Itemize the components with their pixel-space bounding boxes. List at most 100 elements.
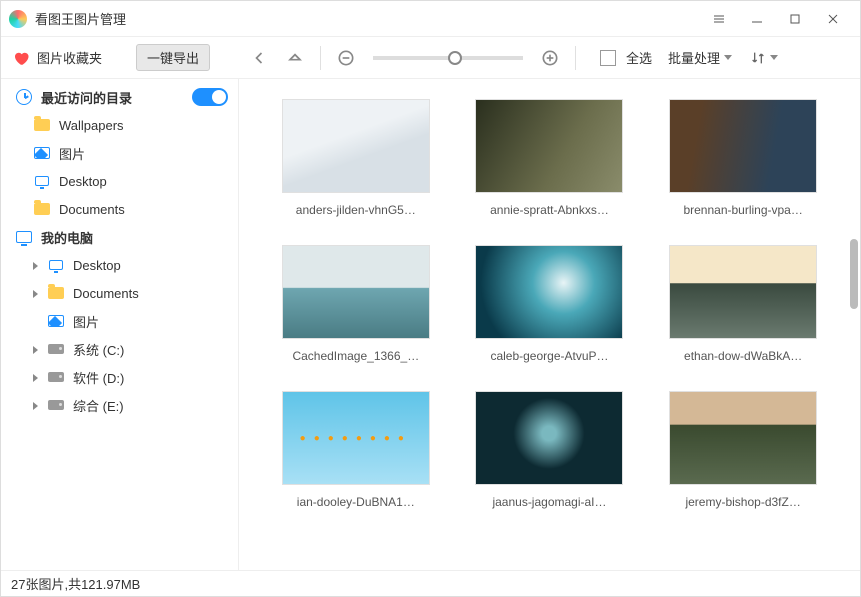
sidebar-computer-item[interactable]: Desktop xyxy=(1,251,238,279)
sidebar: 最近访问的目录 Wallpapers 图片 Desktop Documents … xyxy=(1,79,239,570)
thumbnail-name: jeremy-bishop-d3fZ… xyxy=(685,495,800,509)
thumbnail-image xyxy=(669,391,817,485)
drive-icon xyxy=(47,340,65,358)
pic-icon xyxy=(33,144,51,162)
folder-icon xyxy=(47,284,65,302)
pic-icon xyxy=(47,312,65,330)
sidebar-recent-item[interactable]: 图片 xyxy=(1,139,238,167)
clock-icon xyxy=(15,88,33,106)
maximize-button[interactable] xyxy=(776,5,814,33)
sidebar-item-label: 综合 (E:) xyxy=(73,396,228,415)
drive-icon xyxy=(47,368,65,386)
sidebar-item-label: Documents xyxy=(59,202,228,217)
export-button[interactable]: 一键导出 xyxy=(136,44,210,71)
recent-toggle[interactable] xyxy=(192,88,228,106)
body: 最近访问的目录 Wallpapers 图片 Desktop Documents … xyxy=(1,79,860,570)
thumbnail-image xyxy=(282,99,430,193)
folder-icon xyxy=(33,200,51,218)
window-title: 看图王图片管理 xyxy=(35,9,700,28)
thumbnail-name: brennan-burling-vpa… xyxy=(683,203,802,217)
zoom-thumb[interactable] xyxy=(448,51,462,65)
monitor-icon xyxy=(47,256,65,274)
scrollbar-thumb[interactable] xyxy=(850,239,858,309)
heart-icon[interactable] xyxy=(11,48,31,68)
folder-icon xyxy=(33,116,51,134)
sidebar-item-label: 系统 (C:) xyxy=(73,340,228,359)
sidebar-item-label: Desktop xyxy=(73,258,228,273)
drive-icon xyxy=(47,396,65,414)
sort-icon xyxy=(750,50,766,66)
thumbnail-image xyxy=(669,245,817,339)
content-area: anders-jilden-vhnG5… annie-spratt-Abnkxs… xyxy=(239,79,860,570)
select-all-checkbox[interactable] xyxy=(600,50,616,66)
toolbar: 图片收藏夹 一键导出 全选 批量处理 xyxy=(1,37,860,79)
sidebar-item-label: 图片 xyxy=(59,144,228,163)
chevron-right-icon[interactable] xyxy=(33,398,43,413)
zoom-out-button[interactable] xyxy=(331,43,361,73)
thumbnail-card[interactable]: ethan-dow-dWaBkA… xyxy=(656,245,830,363)
thumbnail-name: caleb-george-AtvuP… xyxy=(490,349,608,363)
thumbnail-name: annie-spratt-Abnkxs… xyxy=(490,203,609,217)
thumbnail-grid: anders-jilden-vhnG5… annie-spratt-Abnkxs… xyxy=(249,99,850,509)
sidebar-computer-item[interactable]: 软件 (D:) xyxy=(1,363,238,391)
sidebar-recent-item[interactable]: Wallpapers xyxy=(1,111,238,139)
batch-label: 批量处理 xyxy=(668,48,720,67)
thumbnail-name: ethan-dow-dWaBkA… xyxy=(684,349,802,363)
chevron-down-icon xyxy=(724,55,732,60)
sidebar-computer-item[interactable]: Documents xyxy=(1,279,238,307)
thumbnail-card[interactable]: ian-dooley-DuBNA1… xyxy=(269,391,443,509)
sidebar-header-label: 我的电脑 xyxy=(41,228,228,247)
monitor-icon xyxy=(33,172,51,190)
sidebar-recent-item[interactable]: Documents xyxy=(1,195,238,223)
select-all-label[interactable]: 全选 xyxy=(626,48,652,67)
sidebar-item-label: Wallpapers xyxy=(59,118,228,133)
thumbnail-image xyxy=(475,391,623,485)
sidebar-recent-item[interactable]: Desktop xyxy=(1,167,238,195)
sidebar-item-label: 软件 (D:) xyxy=(73,368,228,387)
status-text: 27张图片,共121.97MB xyxy=(11,574,140,593)
sidebar-item-label: Desktop xyxy=(59,174,228,189)
zoom-in-button[interactable] xyxy=(535,43,565,73)
thumbnail-name: CachedImage_1366_… xyxy=(292,349,419,363)
chevron-down-icon xyxy=(770,55,778,60)
sidebar-computer-item[interactable]: 图片 xyxy=(1,307,238,335)
thumbnail-card[interactable]: caleb-george-AtvuP… xyxy=(463,245,637,363)
sidebar-computer-item[interactable]: 综合 (E:) xyxy=(1,391,238,419)
minimize-button[interactable] xyxy=(738,5,776,33)
sidebar-computer-item[interactable]: 系统 (C:) xyxy=(1,335,238,363)
thumbnail-card[interactable]: anders-jilden-vhnG5… xyxy=(269,99,443,217)
separator xyxy=(575,46,576,70)
thumbnail-card[interactable]: CachedImage_1366_… xyxy=(269,245,443,363)
thumbnail-card[interactable]: annie-spratt-Abnkxs… xyxy=(463,99,637,217)
favorites-label[interactable]: 图片收藏夹 xyxy=(37,48,102,67)
chevron-right-icon[interactable] xyxy=(33,286,43,301)
thumbnail-card[interactable]: jaanus-jagomagi-aI… xyxy=(463,391,637,509)
sidebar-header-label: 最近访问的目录 xyxy=(41,88,192,107)
thumbnail-card[interactable]: jeremy-bishop-d3fZ… xyxy=(656,391,830,509)
sidebar-computer-header[interactable]: 我的电脑 xyxy=(1,223,238,251)
close-button[interactable] xyxy=(814,5,852,33)
chevron-right-icon[interactable] xyxy=(33,342,43,357)
sort-dropdown[interactable] xyxy=(750,50,778,66)
thumbnail-name: jaanus-jagomagi-aI… xyxy=(492,495,606,509)
separator xyxy=(320,46,321,70)
monitor-icon xyxy=(15,228,33,246)
thumbnail-image xyxy=(669,99,817,193)
back-button[interactable] xyxy=(244,43,274,73)
thumbnail-name: ian-dooley-DuBNA1… xyxy=(297,495,415,509)
up-button[interactable] xyxy=(280,43,310,73)
menu-button[interactable] xyxy=(700,5,738,33)
chevron-right-icon[interactable] xyxy=(33,370,43,385)
titlebar: 看图王图片管理 xyxy=(1,1,860,37)
zoom-slider[interactable] xyxy=(373,56,523,60)
chevron-right-icon[interactable] xyxy=(33,258,43,273)
sidebar-item-label: 图片 xyxy=(73,312,228,331)
batch-dropdown[interactable]: 批量处理 xyxy=(668,48,732,67)
sidebar-recent-header[interactable]: 最近访问的目录 xyxy=(1,83,238,111)
thumbnail-name: anders-jilden-vhnG5… xyxy=(296,203,416,217)
sidebar-item-label: Documents xyxy=(73,286,228,301)
app-icon xyxy=(9,10,27,28)
thumbnail-image xyxy=(282,391,430,485)
thumbnail-card[interactable]: brennan-burling-vpa… xyxy=(656,99,830,217)
statusbar: 27张图片,共121.97MB xyxy=(1,570,860,596)
